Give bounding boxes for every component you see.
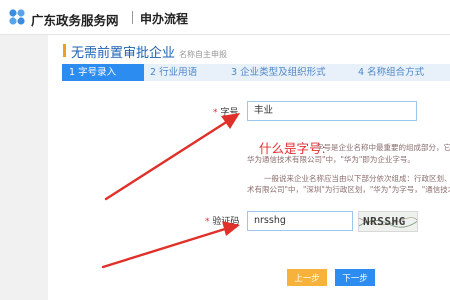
- annotation-arrows: [101, 113, 240, 269]
- annotation-arrow-upper: [104, 113, 240, 201]
- annotation-arrow-lower: [101, 221, 240, 269]
